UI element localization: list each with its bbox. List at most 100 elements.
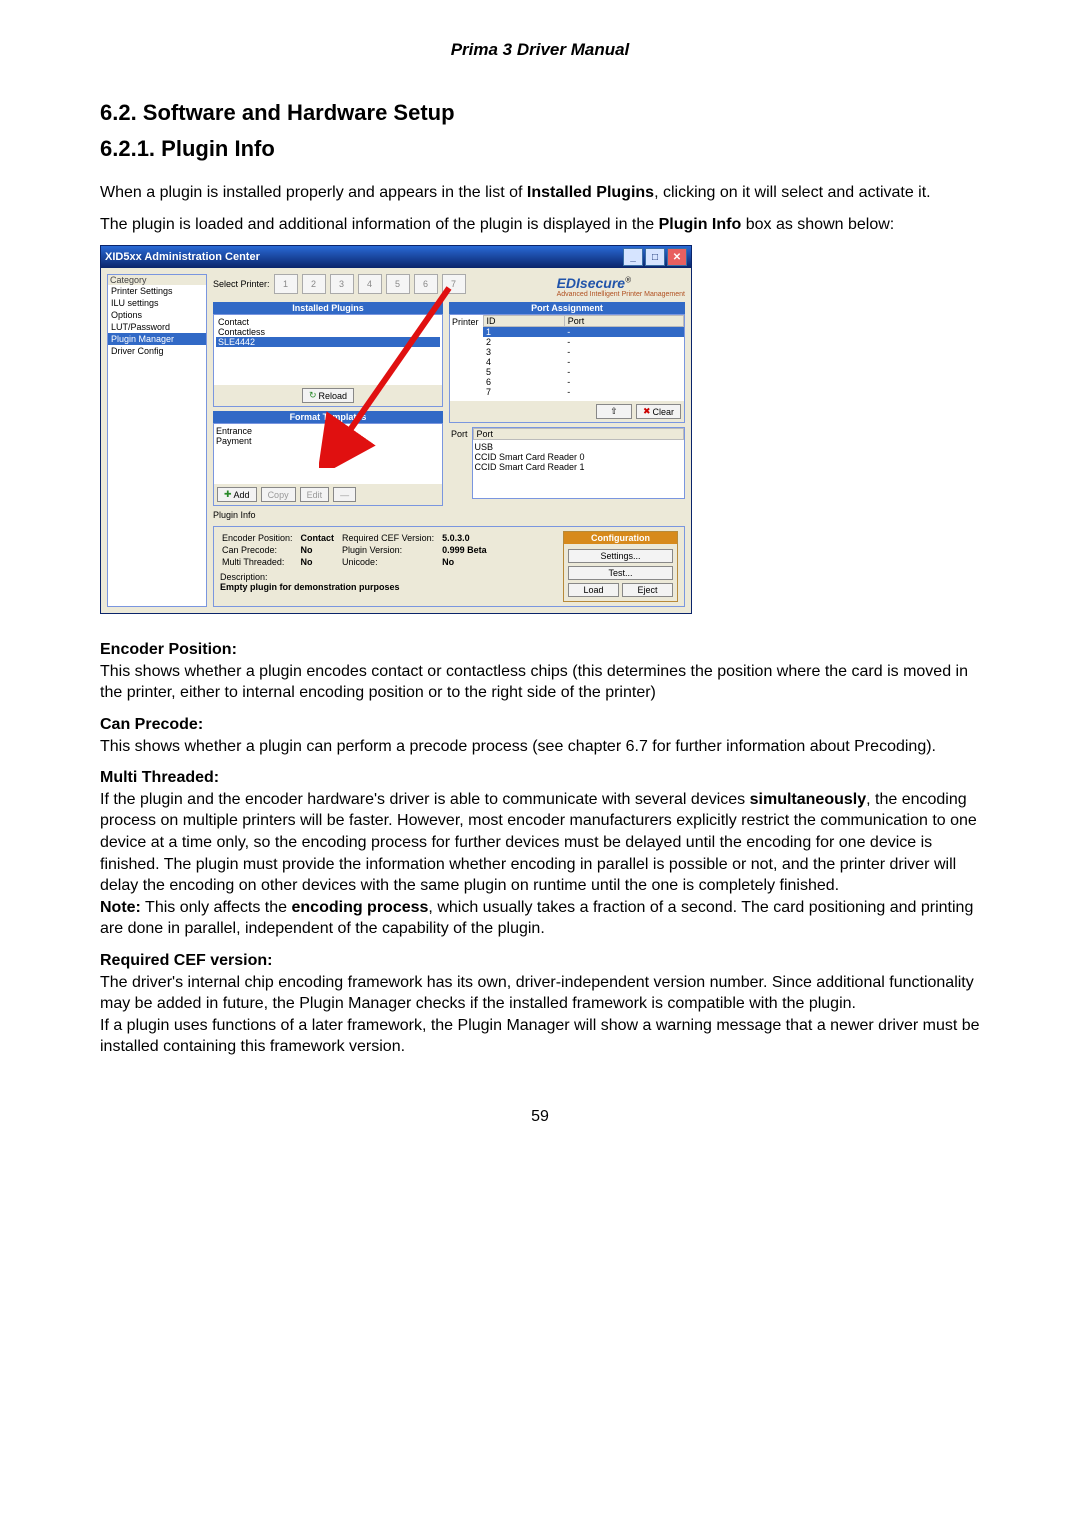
move-up-button[interactable]: ⇧ — [596, 404, 632, 419]
format-templates-header: Format Templates — [213, 411, 443, 423]
heading: Encoder Position: — [100, 641, 237, 658]
label: Edit — [307, 490, 323, 500]
minimize-button[interactable]: _ — [623, 248, 643, 266]
category-item[interactable]: Printer Settings — [108, 285, 206, 297]
text: If a plugin uses functions of a later fr… — [100, 1017, 980, 1056]
text: This shows whether a plugin encodes cont… — [100, 663, 968, 702]
pa-row[interactable]: 6 — [483, 377, 564, 387]
text: The driver's internal chip encoding fram… — [100, 974, 974, 1013]
text-bold: Installed Plugins — [527, 184, 654, 201]
plugin-info-box: Encoder Position:Contact Required CEF Ve… — [213, 526, 685, 607]
printer-button[interactable]: 3 — [330, 274, 354, 294]
add-template-button[interactable]: ✚Add — [217, 487, 257, 502]
port-item[interactable]: USB — [475, 442, 682, 452]
pa-row[interactable]: 4 — [483, 357, 564, 367]
close-button[interactable]: ✕ — [667, 248, 687, 266]
category-label: Category — [108, 275, 206, 285]
pi-reqcef-value: 5.0.3.0 — [442, 533, 493, 543]
pa-row[interactable]: 7 — [483, 387, 564, 397]
installed-plugins-header: Installed Plugins — [213, 302, 443, 314]
pi-unicode-value: No — [442, 557, 493, 567]
category-item[interactable]: Driver Config — [108, 345, 206, 357]
def-required-cef: Required CEF version: The driver's inter… — [100, 950, 980, 1058]
label: Clear — [652, 407, 674, 417]
brand-subtitle: Advanced Intelligent Printer Management — [557, 291, 685, 298]
page-header: Prima 3 Driver Manual — [100, 40, 980, 60]
text: When a plugin is installed properly and … — [100, 184, 527, 201]
edit-template-button[interactable]: Edit — [300, 487, 330, 502]
text: If the plugin and the encoder hardware's… — [100, 791, 750, 808]
pi-encoder-position-value: Contact — [301, 533, 341, 543]
copy-template-button[interactable]: Copy — [261, 487, 296, 502]
text-bold: Plugin Info — [659, 216, 742, 233]
pi-description-label: Description: — [220, 572, 563, 582]
port-label: Port — [449, 427, 472, 499]
port-assignment-table[interactable]: IDPort 1- 2- 3- 4- 5- 6- 7- — [483, 315, 684, 397]
pi-reqcef-label: Required CEF Version: — [342, 533, 440, 543]
port-item[interactable]: CCID Smart Card Reader 0 — [475, 452, 682, 462]
def-can-precode: Can Precode: This shows whether a plugin… — [100, 714, 980, 757]
template-item[interactable]: Payment — [216, 436, 440, 446]
pi-canprecode-label: Can Precode: — [222, 545, 299, 555]
reload-label: Reload — [319, 391, 348, 401]
page-number: 59 — [100, 1108, 980, 1126]
pi-unicode-label: Unicode: — [342, 557, 440, 567]
text: This only affects the — [141, 899, 292, 916]
col-port: Port — [564, 316, 683, 327]
pi-pluginversion-label: Plugin Version: — [342, 545, 440, 555]
pa-row[interactable]: 1 — [483, 327, 564, 338]
category-item[interactable]: Options — [108, 309, 206, 321]
window-titlebar: XID5xx Administration Center _ □ ✕ — [101, 246, 691, 268]
clear-button[interactable]: ✖Clear — [636, 404, 681, 419]
test-button[interactable]: Test... — [568, 566, 673, 580]
pi-multithreaded-value: No — [301, 557, 341, 567]
col-id: ID — [483, 316, 564, 327]
eject-button[interactable]: Eject — [622, 583, 673, 597]
pa-row[interactable]: 3 — [483, 347, 564, 357]
printer-button[interactable]: 1 — [274, 274, 298, 294]
port-item[interactable]: CCID Smart Card Reader 1 — [475, 462, 682, 472]
brand-logo: EDIsecure® — [557, 275, 685, 291]
label: — — [340, 490, 349, 500]
pi-encoder-position-label: Encoder Position: — [222, 533, 299, 543]
printer-button[interactable]: 4 — [358, 274, 382, 294]
def-encoder-position: Encoder Position: This shows whether a p… — [100, 639, 980, 704]
printer-button[interactable]: 5 — [386, 274, 410, 294]
text: box as shown below: — [741, 216, 894, 233]
template-item[interactable]: Entrance — [216, 426, 440, 436]
brand-reg: ® — [625, 275, 631, 284]
plugin-item[interactable]: Contact — [216, 317, 440, 327]
text-bold: Note: — [100, 899, 141, 916]
configuration-panel: Configuration Settings... Test... Load E… — [563, 531, 678, 602]
load-button[interactable]: Load — [568, 583, 619, 597]
format-templates-list[interactable]: Entrance Payment — [214, 424, 442, 484]
def-multi-threaded: Multi Threaded: If the plugin and the en… — [100, 767, 980, 940]
text-bold: simultaneously — [750, 791, 866, 808]
admin-center-window: XID5xx Administration Center _ □ ✕ Categ… — [100, 245, 692, 614]
plugin-item[interactable]: Contactless — [216, 327, 440, 337]
reload-button[interactable]: ↻Reload — [302, 388, 354, 403]
subsection-heading: 6.2.1. Plugin Info — [100, 136, 980, 162]
text-bold: encoding process — [292, 899, 429, 916]
pa-row[interactable]: 5 — [483, 367, 564, 377]
pa-row[interactable]: 2 — [483, 337, 564, 347]
installed-plugins-list[interactable]: Contact Contactless SLE4442 — [214, 315, 442, 385]
category-item-selected[interactable]: Plugin Manager — [108, 333, 206, 345]
category-item[interactable]: ILU settings — [108, 297, 206, 309]
brand-part2: secure — [580, 275, 625, 291]
delete-template-button[interactable]: — — [333, 487, 356, 502]
category-list: Category Printer Settings ILU settings O… — [107, 274, 207, 607]
window-title: XID5xx Administration Center — [105, 251, 621, 263]
printer-button[interactable]: 6 — [414, 274, 438, 294]
printer-button[interactable]: 2 — [302, 274, 326, 294]
category-item[interactable]: LUT/Password — [108, 321, 206, 333]
section-heading: 6.2. Software and Hardware Setup — [100, 100, 980, 126]
plugin-item-selected[interactable]: SLE4442 — [216, 337, 440, 347]
label: Copy — [268, 490, 289, 500]
maximize-button[interactable]: □ — [645, 248, 665, 266]
available-ports-list[interactable]: USB CCID Smart Card Reader 0 CCID Smart … — [473, 440, 684, 498]
text: This shows whether a plugin can perform … — [100, 738, 936, 755]
port-col-head: Port — [473, 429, 683, 440]
printer-button[interactable]: 7 — [442, 274, 466, 294]
settings-button[interactable]: Settings... — [568, 549, 673, 563]
